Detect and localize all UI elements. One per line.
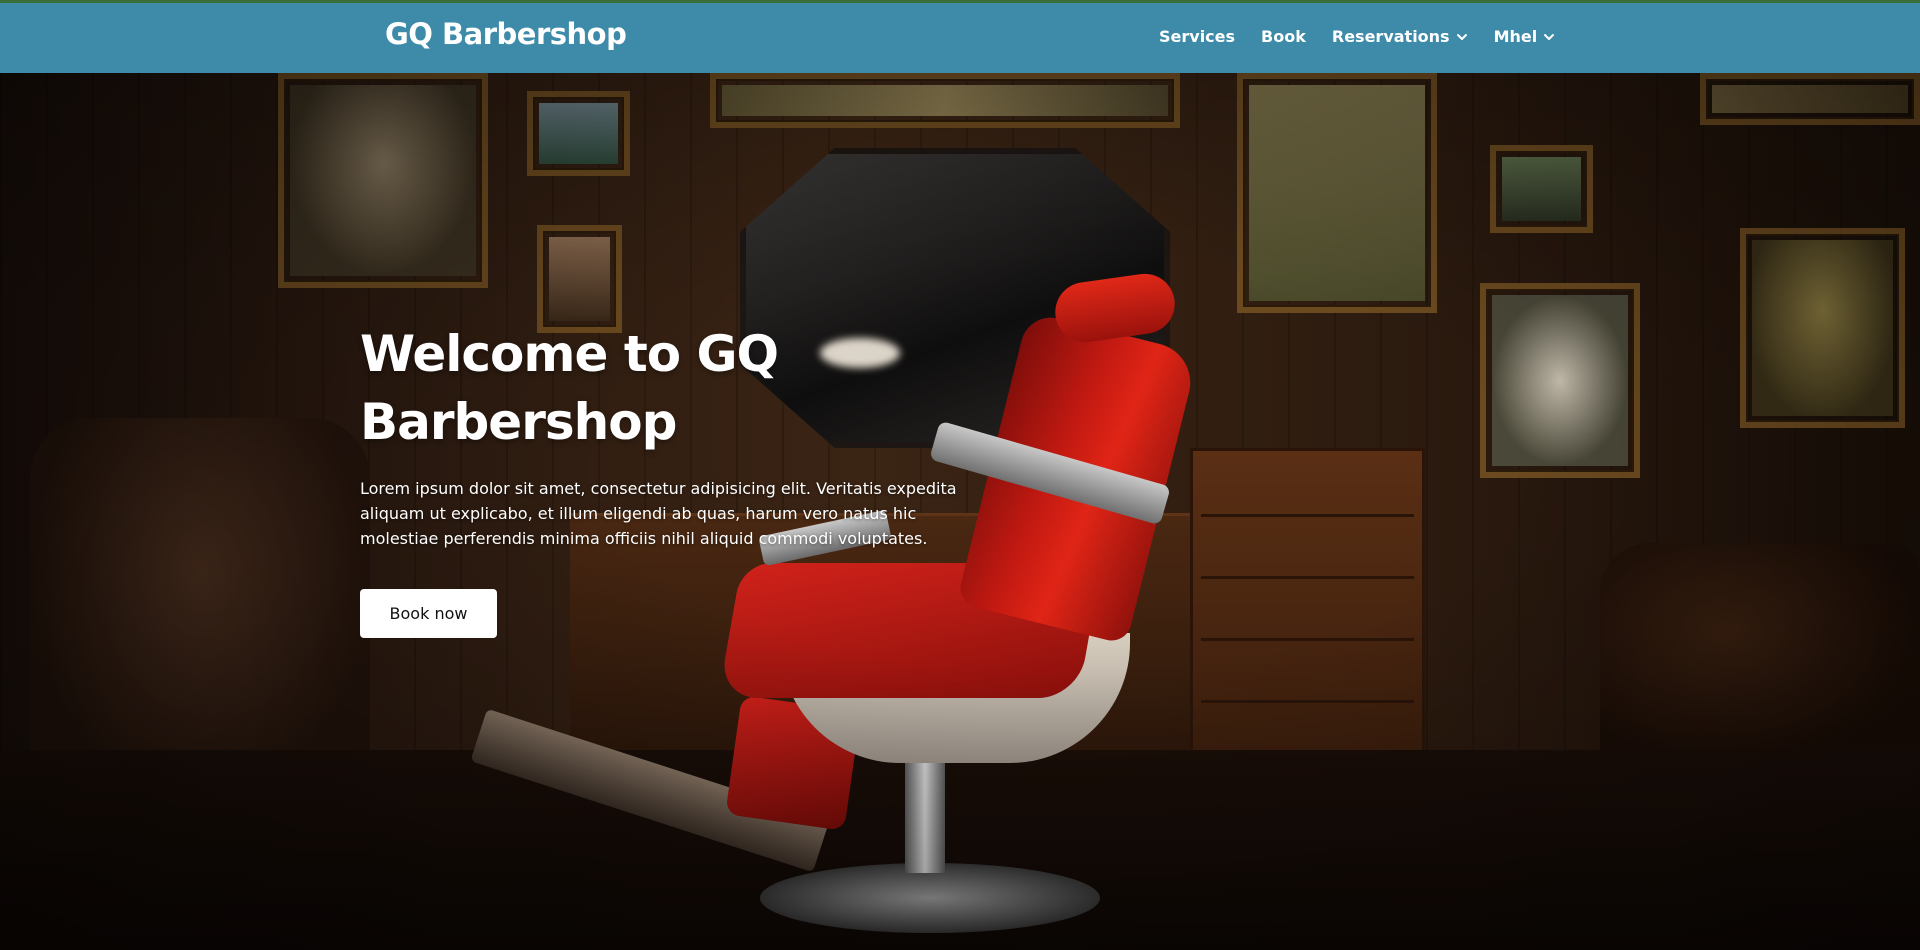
main-nav: Services Book Reservations Mhel (1159, 0, 1581, 73)
nav-book-label: Book (1261, 27, 1306, 46)
top-accent-line (0, 0, 1920, 3)
nav-user-label: Mhel (1493, 27, 1538, 46)
chevron-down-icon (1456, 33, 1467, 40)
navbar: GQ Barbershop Services Book Reservations… (0, 0, 1920, 73)
nav-reservations-label: Reservations (1331, 27, 1450, 46)
hero-description: Lorem ipsum dolor sit amet, consectetur … (360, 479, 957, 548)
brand-logo[interactable]: GQ Barbershop (385, 17, 627, 51)
nav-reservations-dropdown[interactable]: Reservations (1332, 27, 1468, 46)
nav-services[interactable]: Services (1159, 27, 1235, 46)
chevron-down-icon (1544, 33, 1555, 40)
hero-section (0, 73, 1920, 950)
hero-overlay (0, 73, 1920, 950)
nav-book[interactable]: Book (1261, 27, 1306, 46)
nav-services-label: Services (1159, 27, 1236, 46)
hero-title: Welcome to GQ Barbershop (360, 325, 779, 451)
book-now-button[interactable]: Book now (360, 589, 497, 638)
nav-user-dropdown[interactable]: Mhel (1494, 27, 1556, 46)
